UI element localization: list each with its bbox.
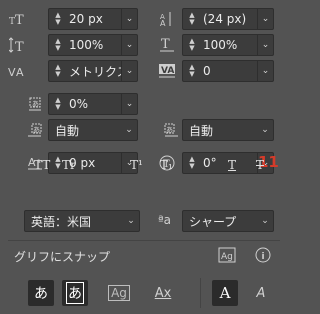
language-select[interactable]: 英語：米国 ⌄ — [24, 210, 140, 232]
tsume-icon: あ — [24, 93, 46, 115]
svg-text:A: A — [160, 19, 166, 27]
kerning-icon: VA — [6, 60, 28, 82]
tracking-field[interactable]: ▲ ▼ 0 ⌄ — [182, 60, 274, 82]
glyph-bounds-icon[interactable]: Ag — [216, 244, 238, 266]
chevron-down-icon[interactable]: ⌄ — [121, 35, 137, 55]
snap-em-box-label: あ — [66, 282, 84, 304]
vertical-scale-icon: T — [6, 34, 28, 56]
underline-button[interactable]: T — [228, 158, 236, 172]
aki-right-icon: あ — [160, 119, 182, 141]
snap-glyph-bounds-button[interactable]: Ag — [106, 280, 132, 306]
aki-right-select[interactable]: 自動 ⌄ — [182, 119, 274, 141]
svg-text:あ: あ — [33, 126, 40, 134]
leading-field[interactable]: ▲ ▼ (24 px) ⌄ — [182, 8, 274, 30]
aki-left-value[interactable]: 自動 — [55, 122, 121, 139]
font-size-icon: TT — [6, 8, 28, 30]
snap-glyph-bounds-label: Ag — [108, 285, 130, 301]
tsume-value[interactable]: 0% — [65, 97, 121, 111]
svg-text:Ag: Ag — [221, 252, 233, 262]
chevron-down-icon[interactable]: ⌄ — [257, 211, 273, 231]
vertical-scale-value[interactable]: 100% — [65, 38, 121, 52]
language-value[interactable]: 英語：米国 — [31, 213, 123, 230]
chevron-down-icon[interactable]: ⌄ — [121, 61, 137, 81]
svg-text:i: i — [262, 252, 265, 262]
character-panel: TT ▲ ▼ 20 px ⌄ AA ▲ ▼ (24 px) ⌄ T ▲ ▼ 100% … — [0, 0, 288, 314]
chevron-down-icon[interactable]: ⌄ — [257, 35, 273, 55]
snap-glyph-angle-label: A — [256, 285, 266, 301]
tsume-field[interactable]: ▲ ▼ 0% ⌄ — [48, 93, 138, 115]
info-icon[interactable]: i — [252, 244, 274, 266]
small-caps-button[interactable]: Tr — [62, 158, 76, 172]
snap-angular-button[interactable]: A — [212, 280, 238, 306]
leading-value[interactable]: (24 px) — [199, 12, 257, 26]
kerning-stepper[interactable]: ▲ ▼ — [51, 61, 65, 81]
tsume-stepper[interactable]: ▲ ▼ — [51, 94, 65, 114]
chevron-down-icon[interactable]: ⌄ — [257, 61, 273, 81]
svg-text:T: T — [161, 37, 170, 52]
snap-baseline-label: あ — [34, 286, 48, 302]
snap-angular-label: A — [219, 284, 231, 302]
snap-glyph-angle-button[interactable]: A — [248, 280, 274, 306]
leading-stepper[interactable]: ▲ ▼ — [185, 9, 199, 29]
superscript-button[interactable]: T¹ — [130, 158, 143, 172]
leading-icon: AA — [156, 8, 178, 30]
vertical-scale-stepper[interactable]: ▲ ▼ — [51, 35, 65, 55]
horizontal-scale-value[interactable]: 100% — [199, 38, 257, 52]
horizontal-scale-stepper[interactable]: ▲ ▼ — [185, 35, 199, 55]
snap-em-box-button[interactable]: あ — [62, 280, 88, 306]
svg-text:V: V — [8, 66, 16, 78]
aki-right-value[interactable]: 自動 — [189, 122, 257, 139]
chevron-down-icon[interactable]: ⌄ — [121, 9, 137, 29]
subscript-button[interactable]: T₁ — [160, 158, 173, 172]
divider — [200, 278, 201, 308]
kerning-value[interactable]: メトリクス — [65, 63, 121, 80]
horizontal-scale-icon: T — [156, 34, 178, 56]
svg-text:あ: あ — [32, 100, 39, 108]
tracking-icon: VA — [156, 60, 178, 82]
svg-text:T: T — [15, 13, 24, 26]
vertical-scale-field[interactable]: ▲ ▼ 100% ⌄ — [48, 34, 138, 56]
chevron-down-icon[interactable]: ⌄ — [121, 94, 137, 114]
snap-proximity-button[interactable]: Ax — [150, 280, 176, 306]
aki-left-select[interactable]: 自動 ⌄ — [48, 119, 138, 141]
anti-alias-icon: ªa — [158, 213, 172, 227]
font-size-field[interactable]: ▲ ▼ 20 px ⌄ — [48, 8, 138, 30]
kerning-field[interactable]: ▲▼ メトリクス ⌄ — [48, 60, 138, 82]
font-size-stepper[interactable]: ▲ ▼ — [51, 9, 65, 29]
snap-to-glyph-label: グリフにスナップ — [14, 250, 111, 264]
svg-text:VA: VA — [161, 66, 174, 76]
strikethrough-button[interactable]: T — [256, 158, 264, 172]
anti-alias-select[interactable]: シャープ ⌄ — [182, 210, 274, 232]
tracking-value[interactable]: 0 — [199, 64, 257, 78]
divider — [8, 240, 280, 241]
aki-left-icon: あ — [24, 119, 46, 141]
svg-text:あ: あ — [166, 126, 173, 134]
font-size-value[interactable]: 20 px — [65, 12, 121, 26]
rotation-stepper[interactable]: ▲ ▼ — [185, 153, 199, 173]
chevron-down-icon[interactable]: ⌄ — [257, 9, 273, 29]
snap-baseline-button[interactable]: あ — [28, 280, 54, 306]
chevron-down-icon[interactable]: ⌄ — [123, 211, 139, 231]
tracking-stepper[interactable]: ▲ ▼ — [185, 61, 199, 81]
all-caps-button[interactable]: TT — [34, 158, 50, 172]
horizontal-scale-field[interactable]: ▲ ▼ 100% ⌄ — [182, 34, 274, 56]
chevron-down-icon[interactable]: ⌄ — [257, 120, 273, 140]
anti-alias-value[interactable]: シャープ — [189, 213, 257, 230]
svg-text:A: A — [16, 66, 24, 78]
chevron-down-icon[interactable]: ⌄ — [121, 120, 137, 140]
svg-text:T: T — [15, 40, 24, 53]
snap-proximity-label: Ax — [154, 285, 172, 301]
